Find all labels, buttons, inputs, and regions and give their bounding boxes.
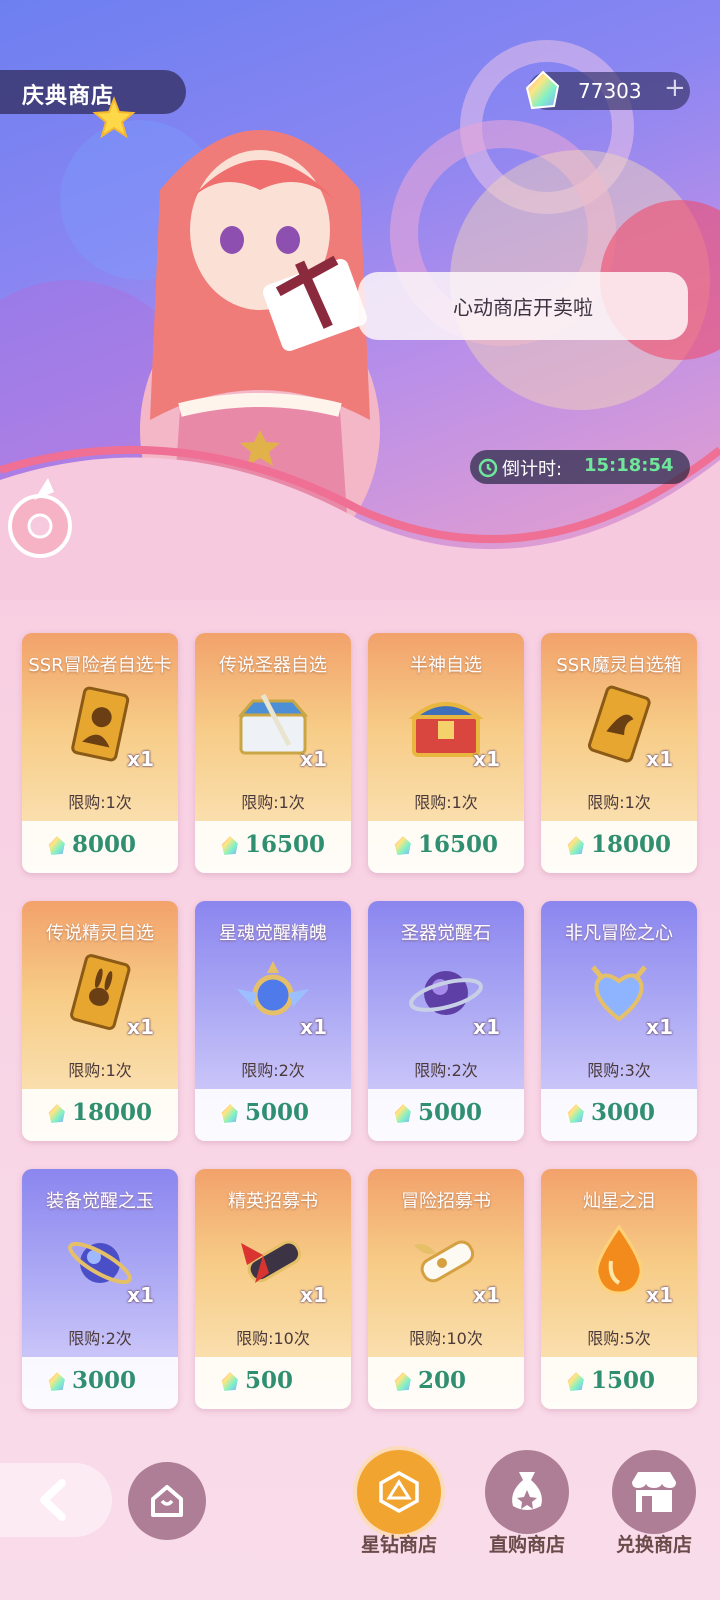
shop-item-card[interactable]: 传说精灵自选 x1 限购:1次 18000 — [22, 901, 178, 1141]
item-quantity: x1 — [127, 1283, 154, 1307]
rainbow-gem-icon — [220, 834, 240, 857]
countdown-label: 倒计时: — [502, 459, 563, 480]
item-name: 圣器觉醒石 — [401, 923, 491, 944]
item-name: 精英招募书 — [228, 1191, 318, 1212]
item-quantity: x1 — [300, 747, 327, 771]
item-quantity: x1 — [646, 1283, 673, 1307]
currency-amount: 77303 — [578, 79, 642, 103]
speech-text: 心动商店开卖啦 — [453, 295, 593, 320]
tab-diamond-shop[interactable] — [357, 1450, 441, 1534]
rainbow-gem-icon — [566, 1102, 586, 1125]
purchase-limit: 限购:1次 — [414, 793, 478, 812]
shop-item-card[interactable]: 灿星之泪 x1 限购:5次 1500 — [541, 1169, 697, 1409]
rainbow-gem-icon — [47, 1102, 67, 1125]
purchase-limit: 限购:10次 — [236, 1329, 310, 1348]
tab-label: 兑换商店 — [615, 1534, 692, 1556]
purchase-limit: 限购:1次 — [587, 793, 651, 812]
item-name: 半神自选 — [410, 655, 482, 676]
home-icon — [151, 1485, 183, 1517]
shop-item-card[interactable]: 非凡冒险之心 x1 限购:3次 3000 — [541, 901, 697, 1141]
item-price: 200 — [418, 1367, 467, 1394]
item-name: 星魂觉醒精魄 — [219, 923, 327, 944]
rainbow-gem-icon — [393, 834, 413, 857]
item-quantity: x1 — [127, 1015, 154, 1039]
shop-item-card[interactable]: 半神自选 x1 限购:1次 16500 — [368, 633, 524, 873]
shop-item-card[interactable]: 传说圣器自选 x1 限购:1次 16500 — [195, 633, 351, 873]
item-name: 传说精灵自选 — [46, 923, 154, 944]
item-quantity: x1 — [473, 1015, 500, 1039]
shop-item-card[interactable]: 装备觉醒之玉 x1 限购:2次 3000 — [22, 1169, 178, 1409]
shop-item-card[interactable]: SSR冒险者自选卡 x1 限购:1次 8000 — [22, 633, 178, 873]
item-quantity: x1 — [300, 1283, 327, 1307]
item-name: SSR魔灵自选箱 — [556, 655, 682, 676]
item-name: 装备觉醒之玉 — [46, 1191, 154, 1212]
item-price: 16500 — [245, 831, 326, 858]
rainbow-gem-icon — [220, 1370, 240, 1393]
item-name: 冒险招募书 — [401, 1191, 491, 1212]
home-button[interactable] — [128, 1462, 206, 1540]
chevron-left-icon — [40, 1479, 66, 1521]
rainbow-gem-icon — [525, 70, 560, 110]
item-name: 传说圣器自选 — [219, 655, 327, 676]
countdown-time: 15:18:54 — [584, 455, 674, 476]
item-name: SSR冒险者自选卡 — [28, 655, 172, 676]
tab-label: 直购商店 — [488, 1534, 565, 1556]
purchase-limit: 限购:5次 — [587, 1329, 651, 1348]
item-price: 5000 — [418, 1099, 483, 1126]
item-price: 3000 — [591, 1099, 656, 1126]
back-button[interactable] — [0, 1463, 112, 1537]
star-icon — [92, 96, 136, 139]
purchase-limit: 限购:1次 — [68, 793, 132, 812]
item-price: 18000 — [591, 831, 672, 858]
shop-item-card[interactable]: SSR魔灵自选箱 x1 限购:1次 18000 — [541, 633, 697, 873]
item-price: 3000 — [72, 1367, 137, 1394]
d20-dice-icon — [379, 1470, 419, 1514]
rainbow-gem-icon — [566, 1370, 586, 1393]
rainbow-gem-icon — [393, 1370, 413, 1393]
shop-item-card[interactable]: 星魂觉醒精魄 x1 限购:2次 5000 — [195, 901, 351, 1141]
item-price: 5000 — [245, 1099, 310, 1126]
purchase-limit: 限购:2次 — [414, 1061, 478, 1080]
item-price: 16500 — [418, 831, 499, 858]
shop-item-card[interactable]: 冒险招募书 x1 限购:10次 200 — [368, 1169, 524, 1409]
tab-direct-shop[interactable] — [485, 1450, 569, 1534]
purchase-limit: 限购:2次 — [68, 1329, 132, 1348]
tab-exchange-shop[interactable] — [612, 1450, 696, 1534]
shop-stall-icon — [632, 1472, 676, 1512]
item-quantity: x1 — [646, 1015, 673, 1039]
item-price: 500 — [245, 1367, 294, 1394]
item-name: 灿星之泪 — [583, 1191, 655, 1212]
rainbow-gem-icon — [220, 1102, 240, 1125]
item-price: 8000 — [72, 831, 137, 858]
item-price: 1500 — [591, 1367, 656, 1394]
item-quantity: x1 — [473, 1283, 500, 1307]
tab-label: 星钻商店 — [360, 1534, 437, 1556]
item-name: 非凡冒险之心 — [565, 923, 673, 944]
item-quantity: x1 — [473, 747, 500, 771]
rainbow-gem-icon — [47, 1370, 67, 1393]
shop-item-card[interactable]: 圣器觉醒石 x1 限购:2次 5000 — [368, 901, 524, 1141]
item-price: 18000 — [72, 1099, 153, 1126]
donut-icon — [8, 478, 72, 558]
alarm-clock-icon — [478, 458, 498, 478]
item-quantity: x1 — [127, 747, 154, 771]
purchase-limit: 限购:1次 — [241, 793, 305, 812]
item-quantity: x1 — [300, 1015, 327, 1039]
item-quantity: x1 — [646, 747, 673, 771]
purchase-limit: 限购:3次 — [587, 1061, 651, 1080]
rainbow-gem-icon — [393, 1102, 413, 1125]
rainbow-gem-icon — [47, 834, 67, 857]
add-currency-button[interactable]: + — [664, 73, 686, 103]
rainbow-gem-icon — [566, 834, 586, 857]
shop-item-card[interactable]: 精英招募书 x1 限购:10次 500 — [195, 1169, 351, 1409]
purchase-limit: 限购:2次 — [241, 1061, 305, 1080]
money-bag-icon — [512, 1472, 542, 1510]
purchase-limit: 限购:10次 — [409, 1329, 483, 1348]
purchase-limit: 限购:1次 — [68, 1061, 132, 1080]
